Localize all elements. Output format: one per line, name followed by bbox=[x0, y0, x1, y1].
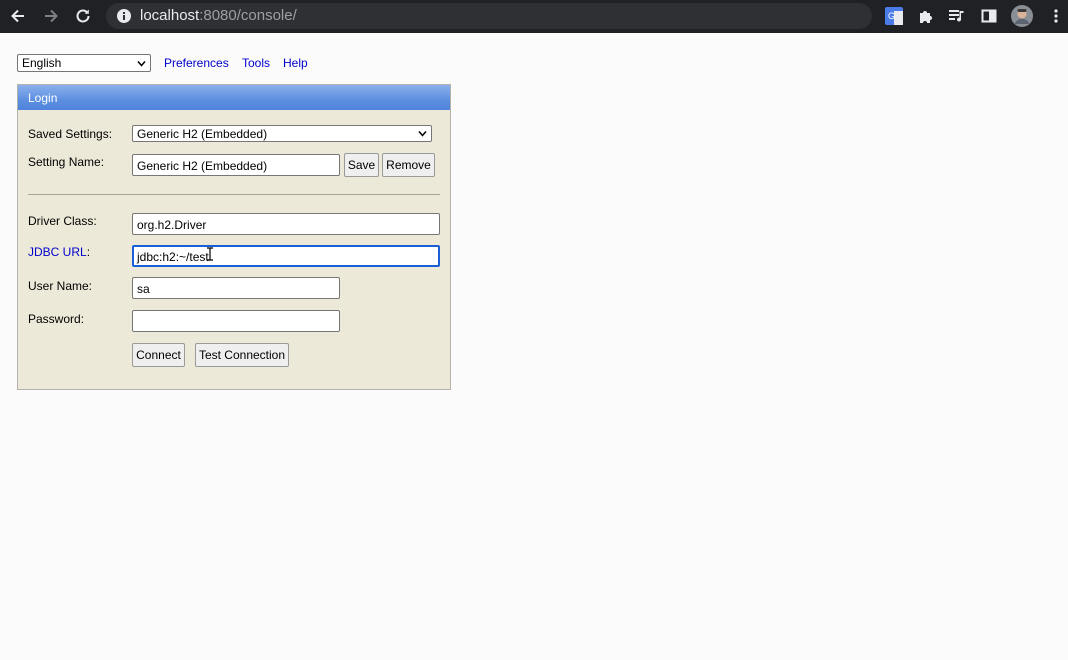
login-panel-title: Login bbox=[18, 85, 450, 110]
side-panel-icon[interactable] bbox=[979, 6, 999, 26]
jdbc-url-help-link[interactable]: JDBC URL bbox=[28, 245, 87, 259]
chevron-down-icon bbox=[137, 61, 146, 67]
driver-class-input[interactable]: org.h2.Driver bbox=[132, 213, 440, 235]
site-info-icon[interactable] bbox=[116, 8, 132, 24]
password-label: Password: bbox=[28, 312, 85, 326]
browser-toolbar: localhost:8080/console/ G bbox=[0, 0, 1068, 33]
test-connection-button[interactable]: Test Connection bbox=[195, 343, 289, 367]
jdbc-url-label: JDBC URL: bbox=[28, 245, 91, 259]
section-divider bbox=[28, 194, 440, 195]
login-panel: Login Saved Settings: Generic H2 (Embedd… bbox=[17, 84, 451, 390]
saved-settings-select[interactable]: Generic H2 (Embedded) bbox=[132, 125, 432, 142]
password-input[interactable] bbox=[132, 310, 340, 332]
help-link[interactable]: Help bbox=[283, 56, 308, 70]
language-select-value: English bbox=[22, 56, 62, 70]
svg-text:G: G bbox=[888, 11, 895, 21]
text-cursor-icon bbox=[207, 247, 213, 261]
remove-button[interactable]: Remove bbox=[382, 153, 435, 177]
setting-name-label: Setting Name: bbox=[28, 155, 105, 169]
driver-class-label: Driver Class: bbox=[28, 214, 97, 228]
forward-icon[interactable] bbox=[40, 5, 62, 27]
tools-link[interactable]: Tools bbox=[242, 56, 270, 70]
more-menu-icon[interactable] bbox=[1046, 6, 1066, 26]
extensions-puzzle-icon[interactable] bbox=[916, 6, 936, 26]
back-icon[interactable] bbox=[7, 5, 29, 27]
jdbc-url-input[interactable]: jdbc:h2:~/test bbox=[132, 245, 440, 267]
user-name-input[interactable]: sa bbox=[132, 277, 340, 299]
save-button[interactable]: Save bbox=[344, 153, 379, 177]
saved-settings-value: Generic H2 (Embedded) bbox=[137, 127, 268, 141]
url-text: localhost:8080/console/ bbox=[140, 7, 297, 24]
connect-button[interactable]: Connect bbox=[132, 343, 185, 367]
preferences-link[interactable]: Preferences bbox=[164, 56, 229, 70]
media-playlist-icon[interactable] bbox=[947, 6, 967, 26]
user-name-label: User Name: bbox=[28, 279, 93, 293]
google-translate-icon[interactable]: G bbox=[884, 6, 904, 26]
language-select[interactable]: English bbox=[17, 54, 151, 72]
address-bar[interactable]: localhost:8080/console/ bbox=[106, 3, 872, 29]
chevron-down-icon bbox=[418, 131, 427, 137]
setting-name-input[interactable]: Generic H2 (Embedded) bbox=[132, 154, 340, 176]
profile-avatar-icon[interactable] bbox=[1010, 4, 1034, 28]
saved-settings-label: Saved Settings: bbox=[28, 127, 113, 141]
reload-icon[interactable] bbox=[72, 5, 94, 27]
